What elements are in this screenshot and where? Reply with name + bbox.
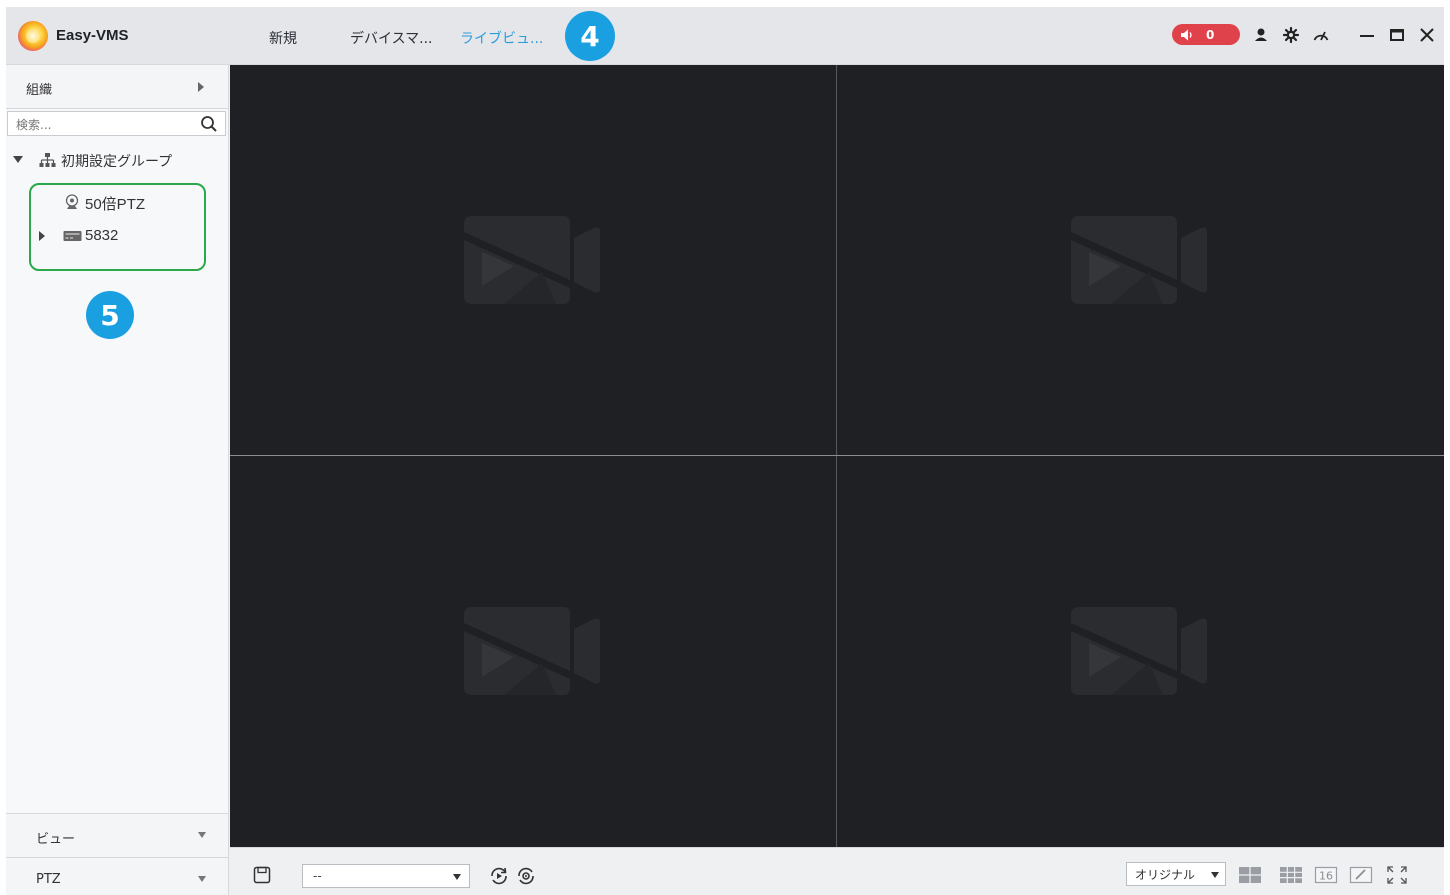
ptz-panel-header[interactable]: PTZ (6, 857, 228, 895)
layout-16-label: 16 (1319, 870, 1333, 883)
custom-layout-button[interactable] (1349, 864, 1373, 886)
chevron-down-icon (198, 876, 206, 882)
video-pane-3[interactable] (230, 456, 836, 847)
video-pane-4[interactable] (837, 456, 1444, 847)
nvr-device-icon (63, 231, 82, 241)
view-select[interactable]: -- (302, 864, 470, 888)
app-title: Easy-VMS (56, 27, 129, 44)
title-bar: Easy-VMS 新規 デバイスマ... ライブビュ... 4 0 (6, 7, 1444, 65)
ptz-panel-label: PTZ (36, 872, 61, 887)
grid-divider (836, 65, 837, 847)
grid-divider (230, 455, 1444, 456)
tree-root-label: 初期設定グループ (61, 154, 173, 170)
tree-item-nvr[interactable]: 5832 (39, 225, 243, 247)
view-select-value: -- (313, 869, 322, 883)
organization-label: 組織 (26, 83, 53, 98)
alarm-indicator[interactable]: 0 (1172, 24, 1240, 45)
user-icon[interactable] (1252, 26, 1270, 44)
chevron-down-icon (1211, 872, 1219, 878)
layout-9-button[interactable] (1279, 864, 1303, 886)
view-panel-label: ビュー (36, 832, 76, 847)
expand-caret-icon[interactable] (13, 156, 23, 163)
app-logo-icon (18, 21, 48, 51)
video-placeholder-icon (1071, 607, 1207, 695)
step-4-badge: 4 (565, 11, 615, 61)
view-panel-header[interactable]: ビュー (6, 813, 228, 857)
gear-icon[interactable] (1282, 26, 1300, 44)
tree-root-group[interactable]: 初期設定グループ (6, 150, 228, 170)
cycle-settings-icon[interactable] (515, 865, 537, 887)
video-placeholder-icon (464, 216, 600, 304)
close-icon[interactable] (1418, 26, 1436, 44)
aspect-ratio-select[interactable]: オリジナル (1126, 862, 1226, 886)
aspect-ratio-value: オリジナル (1135, 868, 1196, 882)
cycle-play-icon[interactable] (488, 865, 510, 887)
layout-16-button[interactable]: 16 (1314, 864, 1338, 886)
tab-live-view[interactable]: ライブビュ... (460, 28, 543, 48)
ptz-camera-icon (65, 194, 79, 209)
tab-new[interactable]: 新規 (269, 28, 297, 48)
bottom-toolbar: -- オリジナル 16 (230, 847, 1444, 895)
organization-panel-header[interactable]: 組織 (6, 65, 228, 109)
app-window: Easy-VMS 新規 デバイスマ... ライブビュ... 4 0 組織 検索.… (6, 7, 1444, 895)
chevron-down-icon (198, 832, 206, 838)
expand-caret-icon[interactable] (39, 231, 45, 241)
chevron-down-icon (453, 874, 461, 880)
device-search[interactable] (7, 111, 226, 136)
layout-grid-9-icon (1280, 867, 1302, 883)
sidebar: 組織 初期設定グループ (6, 65, 229, 895)
pencil-edit-icon (1349, 866, 1373, 884)
fullscreen-button[interactable] (1385, 864, 1409, 886)
organization-tree-icon (39, 153, 56, 167)
fullscreen-icon (1387, 866, 1407, 884)
search-input[interactable] (14, 115, 198, 135)
tree-item-label: 50倍PTZ (85, 196, 146, 213)
save-view-icon[interactable] (253, 866, 271, 884)
layout-4-button[interactable] (1238, 864, 1262, 886)
layout-grid-4-icon (1239, 867, 1261, 883)
search-icon[interactable] (200, 115, 218, 133)
video-placeholder-icon (464, 607, 600, 695)
video-pane-1[interactable] (230, 65, 836, 455)
minimize-icon[interactable] (1358, 26, 1376, 44)
live-view-grid (230, 65, 1444, 847)
video-pane-2[interactable] (837, 65, 1444, 455)
chevron-right-icon (198, 82, 204, 92)
tree-item-label: 5832 (85, 227, 119, 244)
speaker-icon (1181, 29, 1192, 40)
maximize-icon[interactable] (1388, 26, 1406, 44)
performance-gauge-icon[interactable] (1312, 26, 1330, 44)
step-5-badge: 5 (86, 291, 134, 339)
alarm-count: 0 (1206, 27, 1215, 42)
tab-device-management[interactable]: デバイスマ... (350, 28, 433, 48)
tree-item-ptz-camera[interactable]: 50倍PTZ (63, 191, 243, 213)
video-placeholder-icon (1071, 216, 1207, 304)
layout-grid-16-icon: 16 (1314, 866, 1338, 884)
